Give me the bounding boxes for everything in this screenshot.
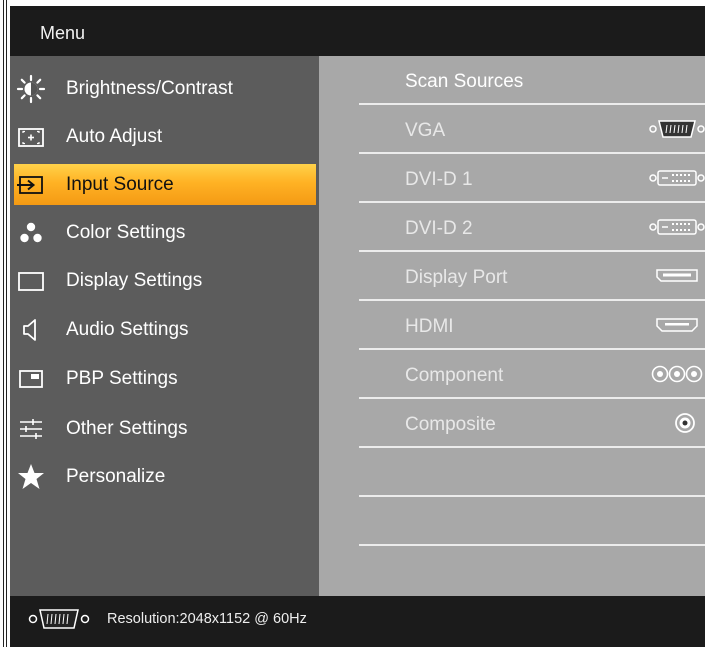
menu-item-color-settings[interactable]: Color Settings <box>14 213 316 253</box>
frame-edge-line <box>6 0 7 647</box>
resolution-readout: Resolution:2048x1152 @ 60Hz <box>107 611 307 627</box>
source-label: DVI-D 2 <box>405 218 473 239</box>
star-icon <box>16 462 46 492</box>
source-label: Scan Sources <box>405 71 524 92</box>
source-item-dvi-d-1[interactable]: DVI-D 1 <box>359 154 705 203</box>
vga-connector-icon <box>649 117 705 146</box>
menu-item-label: Color Settings <box>66 222 186 243</box>
menu-item-label: Audio Settings <box>66 319 189 340</box>
source-item-empty <box>359 448 705 497</box>
frame-edge-line <box>3 0 4 647</box>
source-item-vga[interactable]: VGA <box>359 105 705 154</box>
color-dots-icon <box>16 218 46 248</box>
source-item-empty <box>359 497 705 546</box>
pbp-window-icon <box>16 364 46 394</box>
menu-item-personalize[interactable]: Personalize <box>14 457 316 497</box>
main-menu: Brightness/Contrast Auto Adjust Input So… <box>10 56 319 596</box>
source-label: VGA <box>405 120 446 141</box>
source-label: Component <box>405 365 504 386</box>
menu-item-label: Personalize <box>66 466 166 487</box>
dvi-connector-icon <box>649 166 705 195</box>
source-item-component[interactable]: Component <box>359 350 705 399</box>
sliders-icon <box>16 414 46 444</box>
input-source-icon <box>16 170 46 200</box>
source-label: HDMI <box>405 316 454 337</box>
menu-item-label: Input Source <box>66 173 174 195</box>
menu-item-display-settings[interactable]: Display Settings <box>14 261 316 301</box>
menu-item-brightness-contrast[interactable]: Brightness/Contrast <box>14 69 316 109</box>
hdmi-connector-icon <box>649 313 705 342</box>
sun-icon <box>16 74 46 104</box>
menu-item-auto-adjust[interactable]: Auto Adjust <box>14 117 316 157</box>
source-label: Composite <box>405 414 496 435</box>
menu-item-label: Display Settings <box>66 270 203 291</box>
menu-item-label: PBP Settings <box>66 368 178 389</box>
source-item-composite[interactable]: Composite <box>359 399 705 448</box>
displayport-connector-icon <box>649 264 705 293</box>
menu-item-label: Auto Adjust <box>66 126 163 147</box>
menu-item-label: Other Settings <box>66 418 188 439</box>
composite-rca-icon <box>649 411 705 440</box>
component-rca-icon <box>649 362 705 391</box>
source-item-dvi-d-2[interactable]: DVI-D 2 <box>359 203 705 252</box>
vga-connector-icon <box>28 606 90 637</box>
source-label: DVI-D 1 <box>405 169 473 190</box>
speaker-icon <box>16 315 46 345</box>
input-source-submenu: Scan Sources VGA DVI-D 1 DVI-D 2 Display… <box>319 56 705 596</box>
source-item-display-port[interactable]: Display Port <box>359 252 705 301</box>
source-label: Display Port <box>405 267 508 288</box>
menu-item-label: Brightness/Contrast <box>66 78 233 99</box>
display-rectangle-icon <box>16 266 46 296</box>
menu-item-pbp-settings[interactable]: PBP Settings <box>14 359 316 399</box>
menu-item-audio-settings[interactable]: Audio Settings <box>14 310 316 350</box>
monitor-osd-screen: Menu Brightness/Contrast Auto Adjust Inp… <box>0 0 705 647</box>
source-item-scan-sources[interactable]: Scan Sources <box>359 56 705 105</box>
menu-title: Menu <box>40 23 86 43</box>
menu-item-other-settings[interactable]: Other Settings <box>14 409 316 449</box>
title-bar: Menu <box>10 6 705 56</box>
divider-line <box>359 544 705 546</box>
dvi-connector-icon <box>649 215 705 244</box>
status-bar: Resolution:2048x1152 @ 60Hz <box>10 596 705 647</box>
auto-adjust-icon <box>16 122 46 152</box>
source-item-hdmi[interactable]: HDMI <box>359 301 705 350</box>
menu-item-input-source[interactable]: Input Source <box>14 164 316 205</box>
osd-window: Menu Brightness/Contrast Auto Adjust Inp… <box>10 6 705 647</box>
